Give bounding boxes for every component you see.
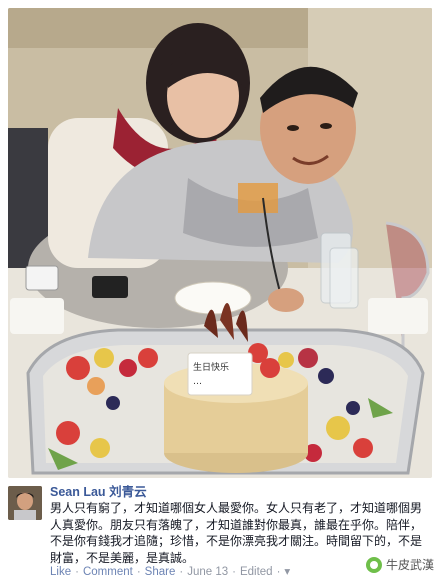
separator: · <box>75 566 79 578</box>
separator: · <box>179 566 184 578</box>
separator: · <box>276 566 281 578</box>
separator: · <box>232 566 236 578</box>
wechat-style-circle-icon <box>365 556 382 573</box>
avatar-image <box>8 486 42 520</box>
photo-illustration: 生日快乐 … <box>8 8 432 478</box>
cake-card-text: 生日快乐 <box>193 361 229 373</box>
author-avatar[interactable] <box>8 486 42 520</box>
edited-link[interactable]: Edited <box>240 566 273 578</box>
comment-link[interactable]: Comment <box>83 566 133 578</box>
author-name[interactable]: Sean Lau 刘青云 <box>50 484 147 500</box>
author-name-en[interactable]: Sean Lau <box>50 485 106 499</box>
svg-text:…: … <box>193 377 202 387</box>
post-photo[interactable]: 生日快乐 … <box>8 8 432 478</box>
separator: · <box>136 566 141 578</box>
chevron-down-icon[interactable]: ▾ <box>284 566 290 578</box>
post-date[interactable]: June 13 <box>187 566 228 578</box>
author-name-cn[interactable]: 刘青云 <box>109 485 147 499</box>
like-link[interactable]: Like <box>50 566 71 578</box>
watermark: 牛皮武漢 <box>365 556 434 573</box>
watermark-text: 牛皮武漢 <box>385 558 434 572</box>
post-actions-bar: Like · Comment · Share · June 13 · Edited · ▾ <box>50 564 290 578</box>
share-link[interactable]: Share <box>145 566 176 578</box>
